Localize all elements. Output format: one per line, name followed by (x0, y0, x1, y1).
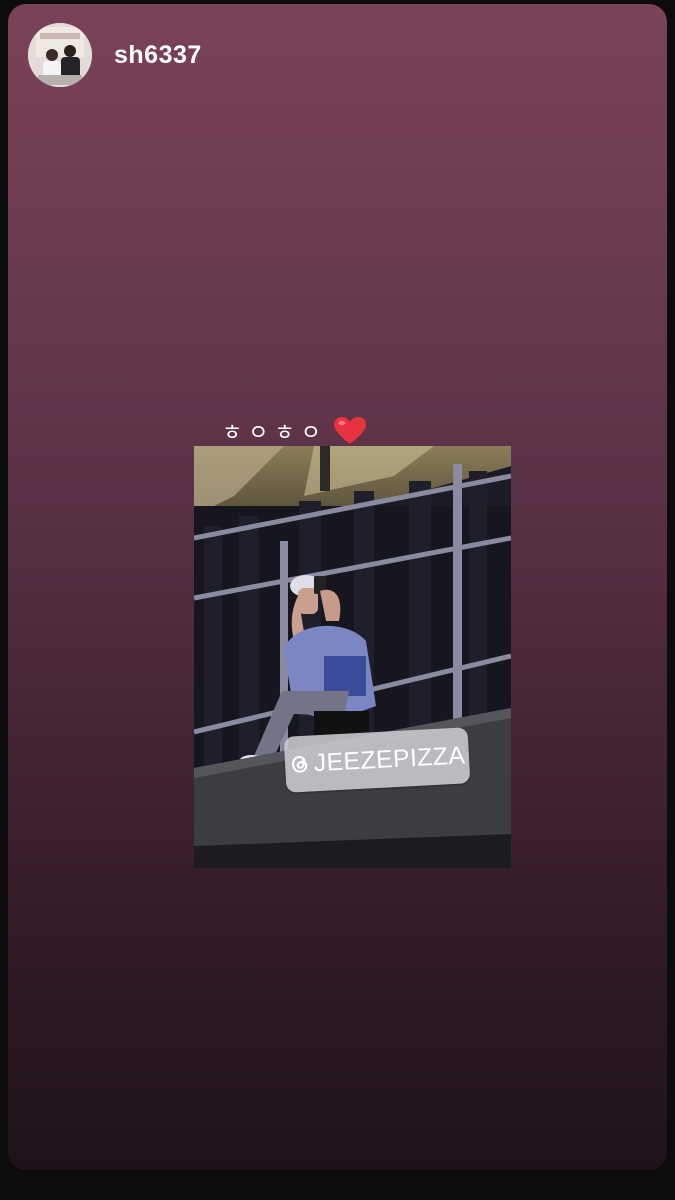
story-photo (194, 446, 511, 868)
username[interactable]: sh6337 (114, 41, 202, 70)
caption-text-sticker: ㅎㅇㅎㅇ (222, 411, 367, 451)
story-header: sh6337 (28, 22, 202, 88)
caption-text: ㅎㅇㅎㅇ (222, 421, 327, 446)
mention-username: JEEZEPIZZA (312, 740, 466, 777)
threads-at-icon (291, 755, 307, 773)
profile-avatar[interactable] (28, 23, 92, 87)
concert-balcony-image (194, 446, 511, 868)
mention-sticker[interactable]: JEEZEPIZZA (283, 727, 471, 793)
avatar-photo (28, 23, 92, 87)
red-heart-icon (333, 417, 366, 444)
story-viewer[interactable]: sh6337 ㅎㅇㅎㅇ JEEZEPIZZA (8, 4, 667, 1170)
